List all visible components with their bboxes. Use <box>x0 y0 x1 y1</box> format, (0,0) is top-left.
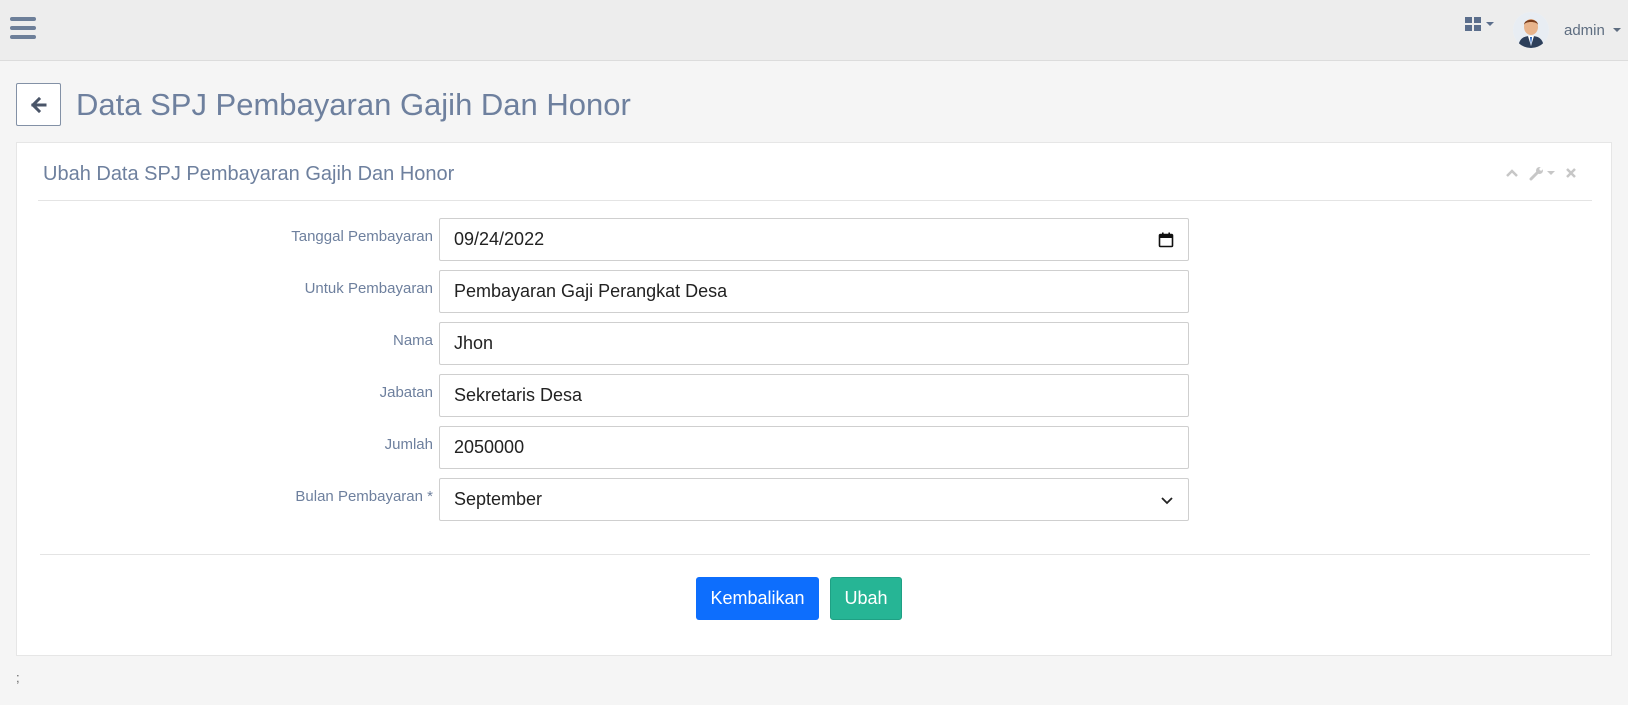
arrow-left-icon <box>30 96 46 113</box>
settings-button[interactable] <box>1529 165 1555 181</box>
panel-tools <box>1505 165 1577 181</box>
jabatan-label: Jabatan <box>379 384 433 401</box>
untuk-value: Pembayaran Gaji Perangkat Desa <box>454 281 728 301</box>
tanggal-date-input[interactable]: 09/24/2022 <box>439 218 1189 261</box>
reset-button[interactable]: Kembalikan <box>696 577 819 620</box>
collapse-button[interactable] <box>1505 168 1519 178</box>
chevron-down-icon <box>1161 496 1173 504</box>
username: admin <box>1564 21 1605 39</box>
caret-down-icon <box>1547 171 1555 175</box>
user-menu[interactable]: admin <box>1513 12 1621 48</box>
calendar-icon[interactable] <box>1158 232 1174 248</box>
close-icon <box>1566 168 1576 178</box>
hamburger-icon[interactable] <box>10 17 36 41</box>
nama-input[interactable]: Jhon <box>439 322 1189 365</box>
jumlah-input[interactable]: 2050000 <box>439 426 1189 469</box>
panel-divider <box>38 200 1592 201</box>
untuk-input[interactable]: Pembayaran Gaji Perangkat Desa <box>439 270 1189 313</box>
page-title: Data SPJ Pembayaran Gajih Dan Honor <box>76 87 631 122</box>
top-navbar: admin <box>0 0 1628 61</box>
jabatan-value: Sekretaris Desa <box>454 385 583 405</box>
untuk-label: Untuk Pembayaran <box>304 280 433 297</box>
form-row-bulan: Bulan Pembayaran * September <box>17 478 1613 521</box>
jabatan-input[interactable]: Sekretaris Desa <box>439 374 1189 417</box>
nama-value: Jhon <box>454 333 494 353</box>
bulan-select[interactable]: September <box>439 478 1189 521</box>
tanggal-label: Tanggal Pembayaran <box>291 228 433 245</box>
footer-text: ; <box>16 670 20 685</box>
chevron-up-icon <box>1506 169 1518 177</box>
tanggal-value: 09/24/2022 <box>454 229 545 249</box>
caret-down-icon <box>1486 22 1494 26</box>
form-row-nama: Nama Jhon <box>17 322 1613 365</box>
user-avatar <box>1513 12 1549 48</box>
submit-button[interactable]: Ubah <box>830 577 902 620</box>
form-row-untuk: Untuk Pembayaran Pembayaran Gaji Perangk… <box>17 270 1613 313</box>
nama-label: Nama <box>392 332 433 349</box>
form-footer-divider <box>40 554 1590 555</box>
form-row-jumlah: Jumlah 2050000 <box>17 426 1613 469</box>
edit-panel: Ubah Data SPJ Pembayaran Gajih Dan Honor… <box>16 142 1612 656</box>
form-row-jabatan: Jabatan Sekretaris Desa <box>17 374 1613 417</box>
form-row-tanggal: Tanggal Pembayaran 09/24/2022 <box>17 218 1613 261</box>
jumlah-value: 2050000 <box>454 437 525 457</box>
back-button[interactable] <box>16 83 61 126</box>
wrench-icon <box>1529 167 1543 181</box>
bulan-value: September <box>454 489 543 509</box>
panel-title: Ubah Data SPJ Pembayaran Gajih Dan Honor <box>43 163 455 185</box>
bulan-label: Bulan Pembayaran * <box>295 488 433 505</box>
apps-menu-button[interactable] <box>1465 16 1494 32</box>
jumlah-label: Jumlah <box>384 436 433 453</box>
grid-icon <box>1465 17 1481 31</box>
close-button[interactable] <box>1565 167 1577 179</box>
caret-down-icon <box>1612 28 1621 32</box>
